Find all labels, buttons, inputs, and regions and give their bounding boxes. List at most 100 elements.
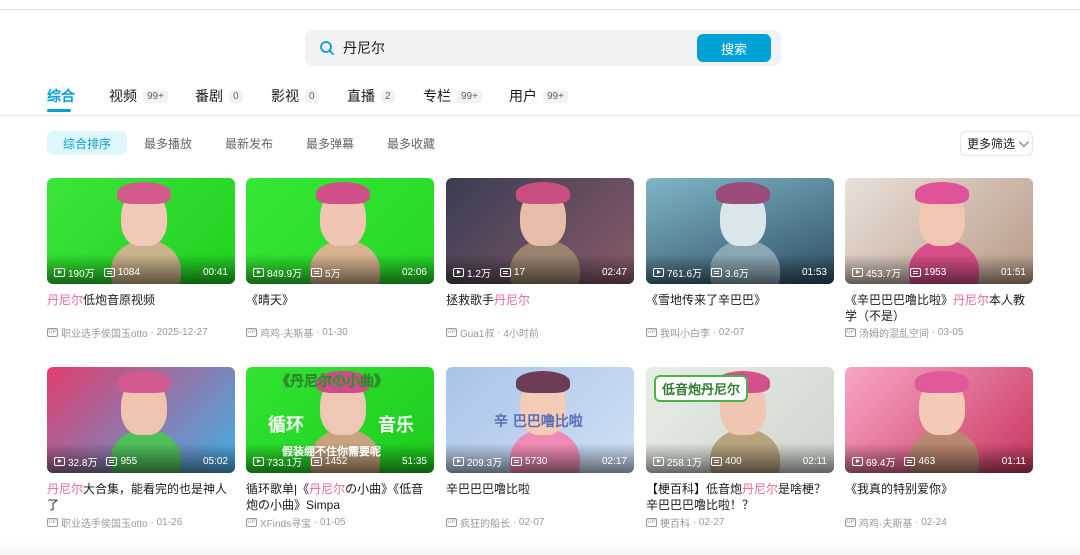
video-card[interactable]: 190万 1084 00:41 丹尼尔低炮音原视频 UP 职业选手侯国玉otto · 20… — [47, 178, 235, 340]
video-duration: 51:35 — [401, 455, 427, 467]
danmaku-icon — [106, 456, 118, 466]
title-text: 《辛巴巴巴噜比啦》 — [845, 293, 954, 307]
video-title[interactable]: 《我真的特别爱你》 — [845, 481, 1033, 497]
video-title[interactable]: 辛巴巴巴噜比啦 — [446, 481, 634, 497]
video-thumbnail[interactable]: 761.6万 3.6万 01:53 — [646, 178, 834, 284]
author-name[interactable]: 职业选手侯国玉otto — [61, 325, 148, 340]
thumbnail-person-hair — [516, 371, 570, 393]
video-meta[interactable]: UP 我叫小白李 · 02-07 — [646, 325, 744, 340]
sort-option-0[interactable]: 综合排序 — [47, 131, 128, 155]
video-title[interactable]: 拯救歌手丹尼尔 — [446, 292, 634, 308]
video-meta[interactable]: UP 汤姆的混乱空间 · 03-05 — [845, 325, 963, 340]
danmaku-count-value: 463 — [918, 455, 936, 467]
video-stats: 733.1万 1452 51:35 — [253, 454, 427, 469]
title-text: 《我真的特别爱你》 — [845, 482, 954, 496]
author-name[interactable]: Gua1叔 — [460, 325, 494, 340]
video-thumbnail[interactable]: 69.4万 463 01:11 — [845, 367, 1033, 473]
danmaku-count-value: 1452 — [325, 455, 348, 467]
author-name[interactable]: 鸡鸡·夫斯基 — [859, 515, 912, 530]
video-thumbnail[interactable]: 《丹尼尔の小曲》 循环 音乐 假装绷不住你需要呢 733.1万 1452 51:35 — [246, 367, 434, 473]
danmaku-icon — [103, 267, 115, 277]
video-thumbnail[interactable]: 190万 1084 00:41 — [47, 178, 235, 284]
video-thumbnail[interactable]: 1.2万 17 02:47 — [446, 178, 634, 284]
video-thumbnail[interactable]: 辛 巴巴噜比啦 209.3万 5730 02:17 — [446, 367, 634, 473]
video-meta[interactable]: UP 职业选手侯国玉otto · 01-26 — [47, 515, 182, 530]
sort-option-3[interactable]: 最多弹幕 — [290, 131, 370, 155]
video-card[interactable]: 《丹尼尔の小曲》 循环 音乐 假装绷不住你需要呢 733.1万 1452 51:35 循环歌单… — [246, 367, 434, 530]
tab-count-badge: 2 — [381, 89, 395, 103]
author-name[interactable]: 鸡鸡·夫斯基 — [260, 325, 313, 340]
author-name[interactable]: 汤姆的混乱空间 — [859, 325, 929, 340]
tab-3[interactable]: 影视 0 — [271, 86, 319, 106]
video-meta[interactable]: UP 鸡鸡·夫斯基 · 02-24 — [845, 515, 947, 530]
video-thumbnail[interactable]: 453.7万 1953 01:51 — [845, 178, 1033, 284]
view-count-value: 69.4万 — [866, 457, 896, 469]
video-card[interactable]: 1.2万 17 02:47 拯救歌手丹尼尔 UP Gua1叔 · 4小时前 — [446, 178, 634, 340]
video-title[interactable]: 【梗百科】低音炮丹尼尔是啥梗？辛巴巴巴噜比啦！？ — [646, 481, 834, 513]
video-meta[interactable]: UP 职业选手侯国玉otto · 2025-12-27 — [47, 325, 208, 340]
video-card[interactable]: 69.4万 463 01:11 《我真的特别爱你》 UP 鸡鸡·夫斯基 · 02-24 — [845, 367, 1033, 530]
video-thumbnail[interactable]: 849.9万 5万 02:06 — [246, 178, 434, 284]
video-card[interactable]: 849.9万 5万 02:06 《晴天》 UP 鸡鸡·夫斯基 · 01-30 — [246, 178, 434, 340]
tab-0[interactable]: 综合 — [47, 86, 75, 112]
video-meta[interactable]: UP 疯狂的船长 · 02-07 — [446, 515, 544, 530]
video-meta[interactable]: UP 梗百科 · 02-27 — [646, 515, 724, 530]
video-card[interactable]: 761.6万 3.6万 01:53 《雪地传来了辛巴巴》 UP 我叫小白李 · 02-07 — [646, 178, 834, 340]
title-text: 辛巴巴巴噜比啦 — [446, 482, 531, 496]
sort-option-4[interactable]: 最多收藏 — [371, 131, 451, 155]
uploader-icon: UP — [47, 328, 58, 337]
video-card[interactable]: 辛 巴巴噜比啦 209.3万 5730 02:17 辛巴巴巴噜比啦 UP 疯狂的船长 · 0… — [446, 367, 634, 530]
thumbnail-person-hair — [915, 371, 969, 393]
author-name[interactable]: 梗百科 — [660, 515, 690, 530]
tab-5[interactable]: 专栏 99+ — [423, 86, 482, 106]
video-duration: 00:41 — [202, 266, 228, 278]
video-duration: 01:51 — [1000, 266, 1026, 278]
author-name[interactable]: 疯狂的船长 — [460, 515, 510, 530]
danmaku-count: 463 — [904, 456, 935, 467]
tab-label: 专栏 — [423, 88, 451, 104]
tab-4[interactable]: 直播 2 — [347, 86, 395, 106]
video-card[interactable]: 低音炮丹尼尔 258.1万 400 02:11 【梗百科】低音炮丹尼尔是啥梗？辛巴巴巴噜… — [646, 367, 834, 530]
danmaku-icon — [910, 267, 922, 277]
search-input[interactable] — [343, 30, 693, 66]
video-card[interactable]: 453.7万 1953 01:51 《辛巴巴巴噜比啦》丹尼尔本人教学（不是） UP 汤姆的… — [845, 178, 1033, 340]
video-duration: 05:02 — [202, 455, 228, 467]
video-title[interactable]: 循环歌单|《丹尼尔の小曲》《低音炮の小曲》Simpa — [246, 481, 434, 513]
title-text: 【梗百科】低音炮 — [646, 482, 743, 496]
video-title[interactable]: 丹尼尔大合集，能看完的也是神人了 — [47, 481, 235, 513]
video-meta[interactable]: UP XFinds寻宝 · 01-05 — [246, 515, 346, 530]
video-card[interactable]: 32.8万 955 05:02 丹尼尔大合集，能看完的也是神人了 UP 职业选手侯国玉ot… — [47, 367, 235, 530]
video-thumbnail[interactable]: 低音炮丹尼尔 258.1万 400 02:11 — [646, 367, 834, 473]
tab-2[interactable]: 番剧 0 — [195, 86, 243, 106]
author-name[interactable]: 我叫小白李 — [660, 325, 710, 340]
meta-separator: · — [912, 517, 922, 528]
video-duration: 01:11 — [1001, 455, 1026, 467]
tab-label: 影视 — [271, 88, 299, 104]
result-tabs: 综合 视频 99+ 番剧 0 影视 0 直播 2 专栏 99+ 用户 99+ — [47, 86, 647, 112]
danmaku-icon — [711, 456, 723, 466]
more-filter-button[interactable]: 更多筛选 — [960, 131, 1033, 156]
tab-6[interactable]: 用户 99+ — [509, 86, 568, 106]
video-title[interactable]: 《晴天》 — [246, 292, 434, 308]
video-meta[interactable]: UP 鸡鸡·夫斯基 · 01-30 — [246, 325, 348, 340]
tab-1[interactable]: 视频 99+ — [109, 86, 168, 106]
video-title[interactable]: 《辛巴巴巴噜比啦》丹尼尔本人教学（不是） — [845, 292, 1033, 324]
thumbnail-overlay-banner: 低音炮丹尼尔 — [654, 375, 749, 402]
video-meta[interactable]: UP Gua1叔 · 4小时前 — [446, 325, 539, 340]
search-button[interactable]: 搜索 — [697, 34, 771, 62]
tab-count-badge: 0 — [305, 89, 319, 103]
danmaku-count: 1953 — [910, 267, 946, 278]
meta-separator: · — [690, 517, 699, 528]
upload-date: 2025-12-27 — [156, 327, 208, 338]
view-count: 849.9万 — [253, 265, 302, 280]
video-thumbnail[interactable]: 32.8万 955 05:02 — [47, 367, 235, 473]
video-title[interactable]: 《雪地传来了辛巴巴》 — [646, 292, 834, 308]
upload-date: 01-05 — [320, 517, 346, 528]
video-stats: 258.1万 400 02:11 — [653, 454, 827, 469]
sort-option-2[interactable]: 最新发布 — [209, 131, 289, 155]
search-bar[interactable]: 搜索 — [305, 30, 781, 66]
video-title[interactable]: 丹尼尔低炮音原视频 — [47, 292, 235, 308]
author-name[interactable]: 职业选手侯国玉otto — [61, 515, 148, 530]
sort-option-1[interactable]: 最多播放 — [128, 131, 208, 155]
author-name[interactable]: XFinds寻宝 — [260, 515, 311, 530]
